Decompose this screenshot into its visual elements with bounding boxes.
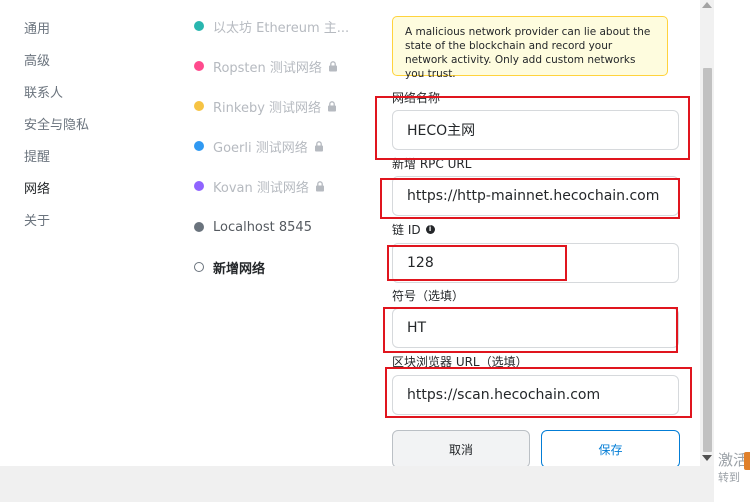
network-color-dot [194,21,204,31]
lock-icon [327,100,337,112]
network-name-label: 网络名称 [392,91,441,105]
network-color-dot [194,61,204,71]
corner-mark [744,452,750,470]
network-item-ropsten[interactable]: Ropsten 测试网络 [194,56,338,76]
add-network-label: 新增网络 [213,261,266,277]
menu-item-about[interactable]: 关于 [24,210,50,229]
radio-circle-icon [194,262,204,272]
info-icon[interactable]: i [425,225,435,234]
save-button[interactable]: 保存 [541,430,680,468]
lock-icon [328,60,338,72]
network-item-localhost[interactable]: Localhost 8545 [194,217,312,237]
network-color-dot [194,222,204,232]
network-form: A malicious network provider can lie abo… [380,0,705,470]
network-item-label: Localhost 8545 [213,219,312,235]
network-item-label: Kovan 测试网络 [213,180,309,196]
menu-item-advanced[interactable]: 高级 [24,50,50,69]
bottom-background [0,466,714,502]
chain-id-input[interactable] [392,243,679,283]
settings-menu: 通用 高级 联系人 安全与隐私 提醒 网络 关于 [0,0,180,470]
scroll-up-arrow-icon[interactable] [702,2,712,8]
symbol-input[interactable] [392,308,679,348]
rpc-url-input[interactable] [392,176,679,216]
add-network-item[interactable]: 新增网络 [194,257,265,277]
network-name-input[interactable] [392,110,679,150]
menu-item-alerts[interactable]: 提醒 [24,146,50,165]
explorer-url-label: 区块浏览器 URL（选填） [392,355,528,369]
menu-item-contacts[interactable]: 联系人 [24,82,63,101]
scrollbar-thumb[interactable] [703,68,712,452]
rpc-url-label: 新增 RPC URL [392,157,472,171]
network-item-label: Goerli 测试网络 [213,140,308,156]
symbol-label: 符号（选填） [392,289,465,303]
cancel-button[interactable]: 取消 [392,430,530,468]
chain-id-label-row: 链 ID i [392,221,435,238]
network-item-label: Rinkeby 测试网络 [213,100,322,116]
scroll-down-arrow-icon[interactable] [702,455,712,461]
warning-banner: A malicious network provider can lie abo… [392,16,668,80]
network-color-dot [194,101,204,111]
watermark-line-2: 转到 [718,471,740,484]
network-color-dot [194,181,204,191]
menu-item-security-privacy[interactable]: 安全与隐私 [24,114,89,133]
network-item-ethereum-mainnet[interactable]: 以太坊 Ethereum 主... [194,16,349,36]
lock-icon [315,180,325,192]
network-item-label: 以太坊 Ethereum 主... [213,20,350,36]
network-item-rinkeby[interactable]: Rinkeby 测试网络 [194,96,337,116]
lock-icon [314,140,324,152]
menu-item-networks[interactable]: 网络 [24,178,50,197]
network-color-dot [194,141,204,151]
network-item-label: Ropsten 测试网络 [213,60,322,76]
network-item-kovan[interactable]: Kovan 测试网络 [194,176,325,196]
network-list: 以太坊 Ethereum 主... Ropsten 测试网络 Rinkeby 测… [180,0,370,470]
right-background [714,0,750,502]
chain-id-label: 链 ID [392,223,421,237]
menu-item-general[interactable]: 通用 [24,18,50,37]
explorer-url-input[interactable] [392,375,679,415]
network-item-goerli[interactable]: Goerli 测试网络 [194,136,324,156]
